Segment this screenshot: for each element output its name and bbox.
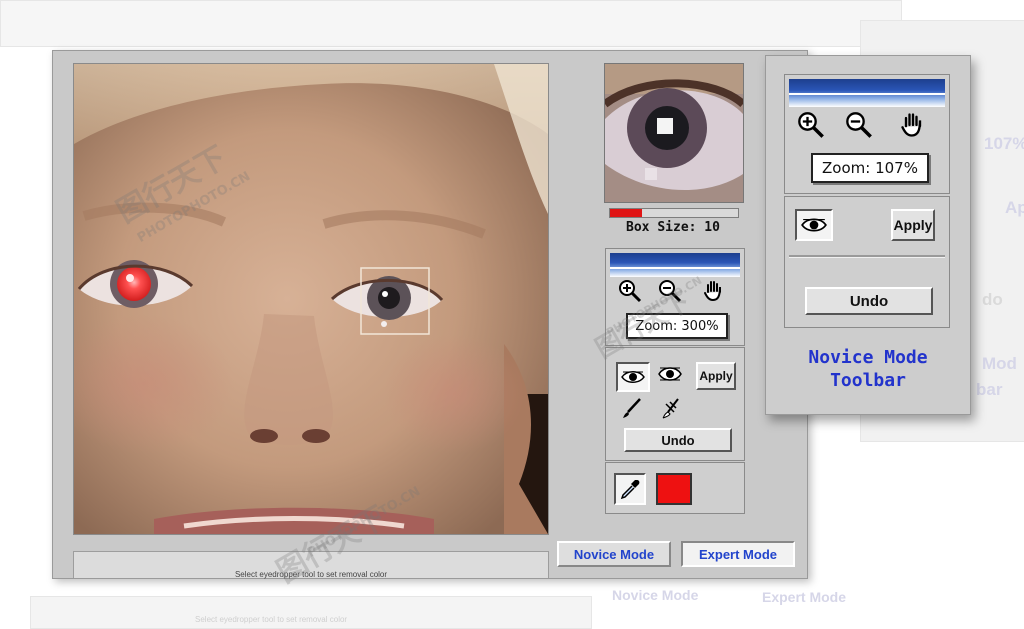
- expert-zoom-toolbar: Zoom: 300%: [605, 248, 745, 346]
- box-size-label: Box Size: 10: [626, 220, 720, 235]
- removal-color-swatch[interactable]: [656, 473, 692, 505]
- ghost-caption-1: Mod: [982, 354, 1017, 373]
- undo-button[interactable]: Undo: [624, 428, 732, 452]
- zoom-in-icon[interactable]: [797, 111, 825, 139]
- eyedropper-icon[interactable]: [614, 473, 646, 505]
- color-toolbar: [605, 462, 745, 514]
- box-size-slider[interactable]: [609, 208, 739, 218]
- zoomed-eye-preview: [605, 64, 743, 202]
- apply-button[interactable]: Apply: [891, 209, 935, 241]
- expert-edit-toolbar: Apply Undo: [605, 347, 745, 461]
- photo-canvas[interactable]: [73, 63, 549, 535]
- toolbar-title-bar[interactable]: [610, 253, 740, 277]
- ghost-zoom-text: 107%: [984, 134, 1024, 153]
- eraser-icon[interactable]: [658, 394, 686, 422]
- zoom-preview: [604, 63, 744, 203]
- status-text: Select eyedropper tool to set removal co…: [234, 570, 388, 579]
- ghost-panel-left: [0, 0, 902, 47]
- zoom-readout: Zoom: 300%: [626, 313, 728, 339]
- brush-icon[interactable]: [618, 394, 646, 422]
- ghost-caption-2: bar: [976, 380, 1003, 399]
- novice-toolbar-popout: Zoom: 107% Apply Undo Novice Mode Toolba…: [765, 55, 971, 415]
- novice-mode-caption: Novice Mode Toolbar: [766, 346, 970, 392]
- novice-mode-button[interactable]: Novice Mode: [557, 541, 671, 567]
- caption-line-1: Novice Mode: [808, 347, 928, 368]
- ghost-status-bar: [30, 596, 592, 629]
- child-face-photo: [74, 64, 548, 534]
- toolbar-divider: [789, 255, 945, 258]
- zoom-out-icon[interactable]: [845, 111, 873, 139]
- zoom-readout: Zoom: 107%: [811, 153, 929, 183]
- zoom-in-icon[interactable]: [616, 277, 644, 305]
- red-eye-removal-window: Select eyedropper tool to set removal co…: [52, 50, 808, 579]
- ghost-undo-text: do: [982, 290, 1003, 309]
- novice-zoom-toolbar: Zoom: 107%: [784, 74, 950, 194]
- eye-scan-icon[interactable]: [656, 360, 684, 388]
- hand-icon[interactable]: [899, 111, 927, 139]
- eye-icon[interactable]: [795, 209, 833, 241]
- novice-edit-toolbar: Apply Undo: [784, 196, 950, 328]
- box-size-fill: [610, 209, 642, 217]
- ghost-novice-mode: Novice Mode: [612, 587, 699, 603]
- hand-icon[interactable]: [700, 277, 728, 305]
- apply-button[interactable]: Apply: [696, 362, 736, 390]
- ghost-status-text: Select eyedropper tool to set removal co…: [195, 615, 348, 624]
- caption-line-2: Toolbar: [830, 370, 906, 391]
- ghost-apply-text: Ap: [1005, 198, 1024, 217]
- ghost-expert-mode: Expert Mode: [762, 589, 847, 605]
- status-panel: Select eyedropper tool to set removal co…: [73, 551, 549, 579]
- undo-button[interactable]: Undo: [805, 287, 933, 315]
- novice-title-bar[interactable]: [789, 79, 945, 107]
- expert-mode-button[interactable]: Expert Mode: [681, 541, 795, 567]
- eye-icon[interactable]: [616, 362, 650, 392]
- zoom-out-icon[interactable]: [656, 277, 684, 305]
